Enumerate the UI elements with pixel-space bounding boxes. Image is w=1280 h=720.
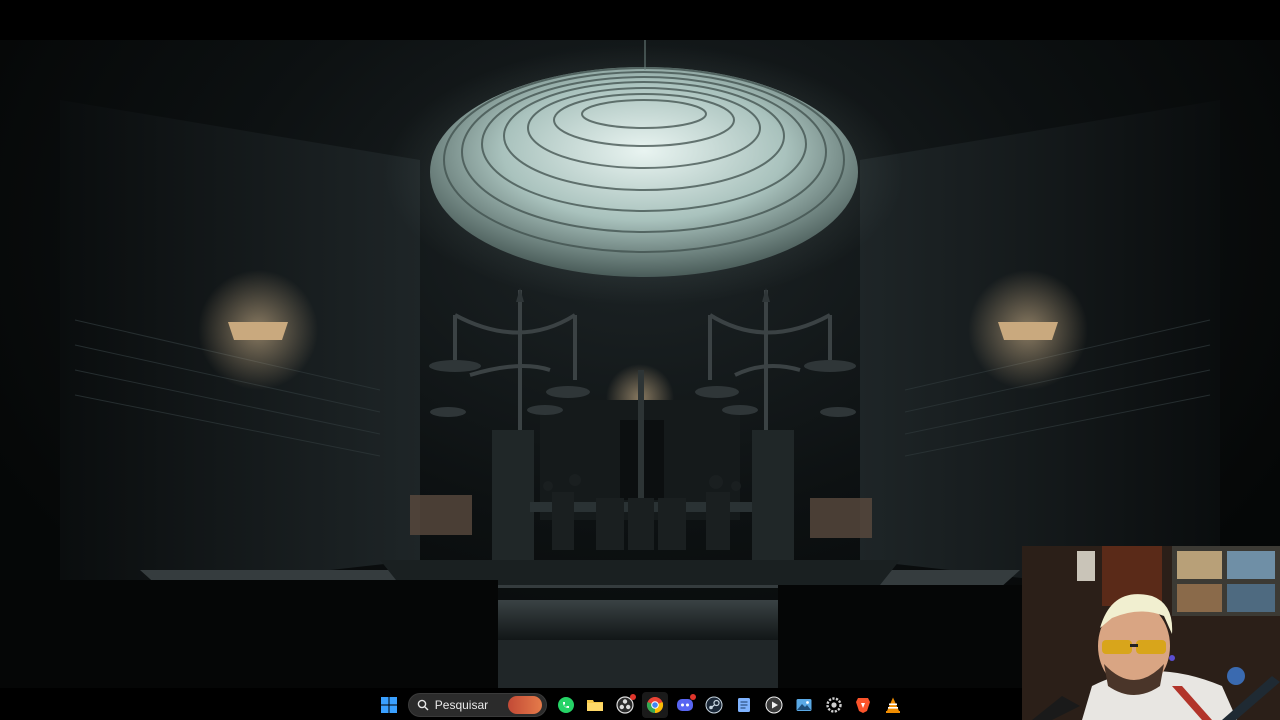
steam-icon [705, 696, 723, 714]
pillar-right [752, 430, 794, 560]
notepad-icon [738, 698, 751, 712]
chrome-icon [646, 697, 664, 714]
search-highlight-thumbnail [507, 696, 542, 714]
wall-lamp-right [998, 322, 1058, 340]
taskbar-app-whatsapp[interactable] [553, 692, 579, 718]
taskbar-app-photos[interactable] [791, 692, 817, 718]
settings-icon [825, 697, 842, 713]
taskbar-app-file-explorer[interactable] [582, 692, 608, 718]
taskbar-app-brave[interactable] [851, 692, 877, 718]
streamer-webcam [1022, 546, 1280, 720]
brave-icon [856, 698, 871, 713]
taskbar-app-chrome[interactable] [642, 692, 668, 718]
start-button[interactable] [376, 692, 402, 718]
taskbar: Pesquisar [376, 690, 906, 720]
whatsapp-icon [557, 697, 574, 713]
taskbar-app-vlc[interactable] [880, 692, 906, 718]
taskbar-app-discord[interactable] [672, 692, 698, 718]
taskbar-app-steam[interactable] [702, 692, 728, 718]
pillar-left [492, 430, 534, 560]
search-icon [417, 699, 429, 711]
photos-icon [796, 699, 812, 711]
taskbar-app-settings[interactable] [821, 692, 847, 718]
taskbar-app-media-player[interactable] [761, 692, 787, 718]
wall-lamp-left [228, 322, 288, 340]
webcam-overlay [1022, 546, 1280, 720]
notification-badge [689, 694, 696, 700]
taskbar-app-obs[interactable] [612, 692, 638, 718]
notification-badge [630, 694, 637, 700]
vlc-icon [886, 697, 901, 713]
taskbar-search[interactable]: Pesquisar [407, 693, 547, 717]
taskbar-app-notepad[interactable] [731, 692, 757, 718]
screen: Pesquisar [0, 0, 1280, 720]
windows-start-icon [380, 697, 397, 713]
file-explorer-icon [587, 700, 604, 711]
media-player-icon [765, 696, 783, 714]
search-placeholder: Pesquisar [434, 698, 489, 712]
